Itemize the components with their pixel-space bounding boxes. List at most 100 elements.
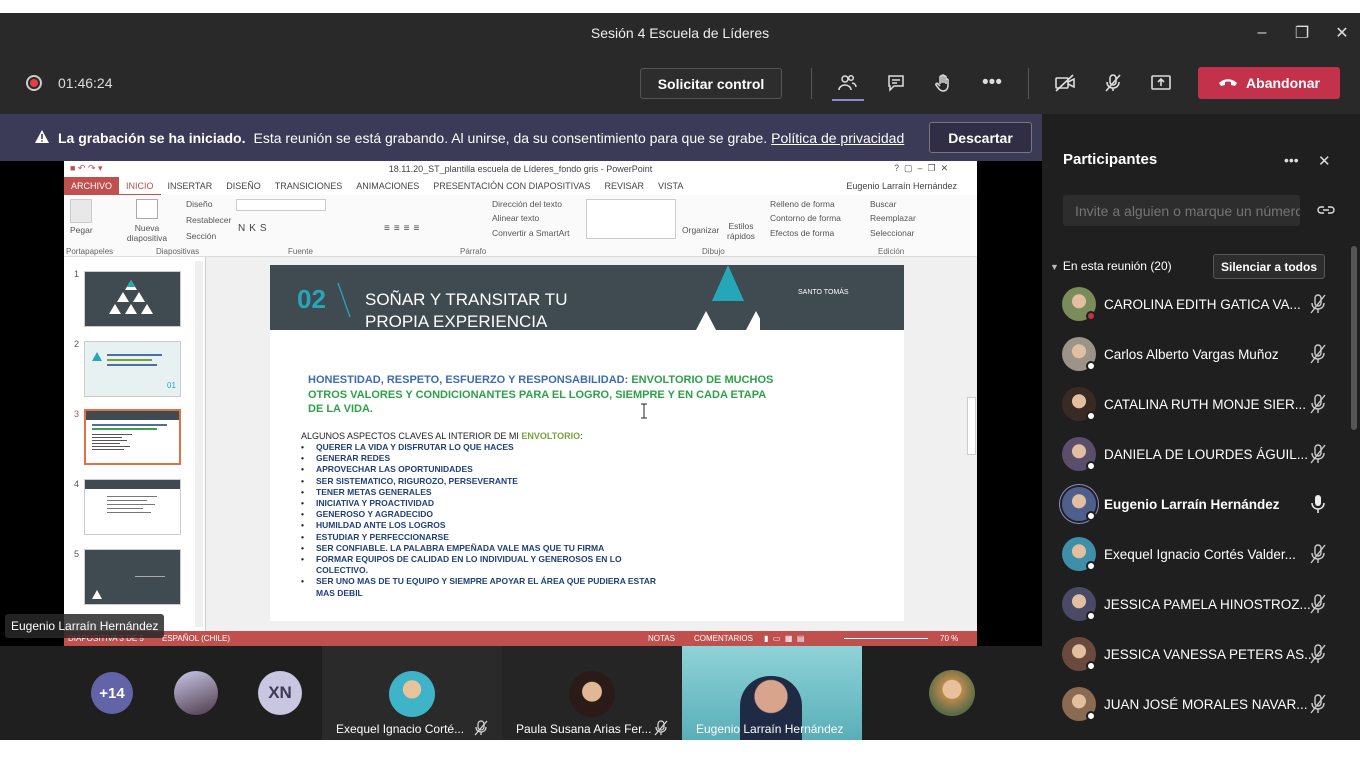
ppt-tab[interactable]: REVISAR (597, 177, 651, 195)
align-text-button[interactable]: Alinear texto (492, 213, 539, 223)
ribbon-group-label: Diapositivas (156, 247, 200, 256)
reset-button[interactable]: Restablecer (186, 215, 231, 225)
participant-row[interactable]: Exequel Ignacio Cortés Valder... (1050, 531, 1340, 581)
more-options-icon[interactable]: ••• (975, 68, 1009, 98)
shape-fill-button[interactable]: Relleno de forma (770, 199, 835, 209)
privacy-policy-link[interactable]: Política de privacidad (771, 130, 904, 146)
text-direction-button[interactable]: Dirección del texto (492, 199, 562, 209)
ppt-quick-access-icon: ■ ↶ ↷ ▾ (70, 163, 103, 173)
aspect-item: • APROVECHAR LAS OPORTUNIDADES (301, 464, 671, 475)
paste-icon[interactable] (70, 199, 92, 223)
intro-values: HONESTIDAD, RESPETO, ESFUERZO Y RESPONSA… (308, 374, 629, 386)
minimize-button[interactable]: – (1242, 13, 1282, 52)
ppt-tab[interactable]: TRANSICIONES (268, 177, 350, 195)
find-button[interactable]: Buscar (870, 199, 896, 209)
slide-thumbnail[interactable] (84, 549, 181, 605)
select-button[interactable]: Seleccionar (870, 228, 914, 238)
participant-avatar[interactable] (929, 670, 975, 716)
ppt-tab[interactable]: INICIO (119, 177, 161, 195)
aspect-text: SER SISTEMATICO, RIGUROZO, PERSEVERANTE (316, 475, 518, 486)
quick-styles-button[interactable]: Estilos rápidos (724, 221, 758, 241)
ppt-tab[interactable]: VISTA (651, 177, 690, 195)
aspect-item: • FORMAR EQUIPOS DE CALIDAD EN LO INDIVID… (301, 554, 671, 576)
comments-button[interactable]: COMENTARIOS (694, 631, 753, 646)
chat-icon[interactable] (879, 68, 913, 98)
bullet-icon: • (301, 509, 304, 520)
thumbnails-scrollbar[interactable] (195, 261, 203, 627)
panel-scrollbar[interactable] (1351, 246, 1357, 430)
view-icons[interactable]: ▮ ▭ ▦ ▤ (764, 631, 804, 646)
participant-row[interactable]: Carlos Alberto Vargas Muñoz (1050, 331, 1340, 381)
aspects-word: ENVOLTORIO (521, 431, 581, 441)
raise-hand-icon[interactable] (926, 68, 960, 98)
share-link-icon[interactable] (1317, 203, 1335, 217)
mic-on-icon (1311, 495, 1325, 513)
ppt-tab[interactable]: DISEÑO (219, 177, 268, 195)
banner-message: Esta reunión se está grabando. Al unirse… (253, 129, 768, 146)
ppt-tab[interactable]: INSERTAR (161, 177, 220, 195)
new-slide-icon[interactable] (136, 199, 158, 219)
slide-thumbnail[interactable] (84, 271, 181, 327)
zoom-slider[interactable] (844, 638, 928, 639)
ppt-tab[interactable]: ANIMACIONES (349, 177, 426, 195)
aspect-text: FORMAR EQUIPOS DE CALIDAD EN LO INDIVIDU… (316, 554, 622, 576)
video-tile[interactable]: Exequel Ignacio Corté... (322, 646, 502, 740)
participant-row[interactable]: JESSICA VANESSA PETERS AS... (1050, 631, 1340, 681)
slide-scrollbar[interactable] (966, 257, 977, 631)
shape-effects-button[interactable]: Efectos de forma (770, 228, 834, 238)
slide-thumbnail[interactable] (84, 479, 181, 535)
mic-off-icon[interactable] (1096, 68, 1130, 98)
participant-name: CAROLINA EDITH GATICA VA... (1104, 297, 1301, 312)
slide-thumbnail[interactable]: 01 (84, 341, 181, 397)
mute-all-button[interactable]: Silenciar a todos (1213, 254, 1325, 279)
font-style-icons[interactable]: NKS (238, 223, 271, 234)
shapes-gallery[interactable] (586, 199, 676, 239)
layout-button[interactable]: Diseño (186, 199, 212, 209)
paragraph-align-icons[interactable]: ≡≡≡≡ (384, 223, 423, 234)
smartart-button[interactable]: Convertir a SmartArt (492, 228, 569, 238)
aspects-heading: ALGUNOS ASPECTOS CLAVES AL INTERIOR DE M… (301, 431, 583, 441)
mic-off-icon (1310, 444, 1326, 464)
ribbon-group-label: Párrafo (460, 247, 487, 256)
close-window-button[interactable]: ✕ (1322, 13, 1360, 52)
panel-more-icon[interactable]: ••• (1284, 152, 1299, 168)
video-tile[interactable]: Paula Susana Arias Fer... (502, 646, 682, 740)
aspect-item: • ESTUDIAR Y PERFECCIONARSE (301, 532, 671, 543)
request-control-button[interactable]: Solicitar control (640, 68, 782, 99)
scroll-thumb[interactable] (967, 397, 976, 455)
aspect-text: TENER METAS GENERALES (316, 486, 432, 497)
participant-row[interactable]: JUAN JOSÉ MORALES NAVAR... (1050, 681, 1340, 731)
participant-row[interactable]: CATALINA RUTH MONJE SIER... (1050, 381, 1340, 431)
chevron-down-icon: ▼ (1050, 262, 1059, 272)
in-meeting-header[interactable]: ▼ En esta reunión (20) (1050, 259, 1172, 273)
aspect-item: • QUERER LA VIDA Y DISFRUTAR LO QUE HACES (301, 442, 671, 453)
section-button[interactable]: Sección (186, 231, 216, 241)
slide-thumbnail-active[interactable] (84, 409, 181, 465)
shape-outline-button[interactable]: Contorno de forma (770, 213, 841, 223)
font-name-field[interactable] (236, 199, 326, 211)
active-speaker-video[interactable]: Eugenio Larraín Hernández (682, 646, 862, 740)
participants-icon[interactable] (830, 68, 864, 98)
window-titlebar: Sesión 4 Escuela de Líderes (0, 13, 1360, 52)
panel-close-icon[interactable]: ✕ (1318, 152, 1331, 170)
ppt-tab[interactable]: PRESENTACIÓN CON DIAPOSITIVAS (426, 177, 597, 195)
notes-button[interactable]: NOTAS (648, 631, 675, 646)
maximize-button[interactable]: ❐ (1282, 13, 1322, 52)
arrange-button[interactable]: Organizar (682, 225, 719, 235)
participant-row[interactable]: CAROLINA EDITH GATICA VA... (1050, 281, 1340, 331)
invite-input[interactable] (1063, 195, 1300, 226)
ppt-statusbar: DIAPOSITIVA 3 DE 5 ESPAÑOL (CHILE) NOTAS… (64, 631, 977, 646)
replace-button[interactable]: Reemplazar (870, 213, 916, 223)
ppt-tab[interactable]: ARCHIVO (64, 177, 120, 195)
share-screen-icon[interactable] (1144, 68, 1178, 98)
initials-avatar[interactable]: XN (258, 671, 302, 715)
camera-off-icon[interactable] (1048, 68, 1082, 98)
dismiss-button[interactable]: Descartar (929, 122, 1032, 153)
participant-row[interactable]: Eugenio Larraín Hernández (1050, 481, 1340, 531)
leave-button[interactable]: Abandonar (1198, 67, 1340, 99)
participant-avatar[interactable] (174, 671, 218, 715)
more-participants-badge[interactable]: +14 (91, 672, 133, 714)
participant-row[interactable]: DANIELA DE LOURDES ÁGUIL... (1050, 431, 1340, 481)
participant-row[interactable]: JESSICA PAMELA HINOSTROZ... (1050, 581, 1340, 631)
mic-off-icon (1310, 344, 1326, 364)
